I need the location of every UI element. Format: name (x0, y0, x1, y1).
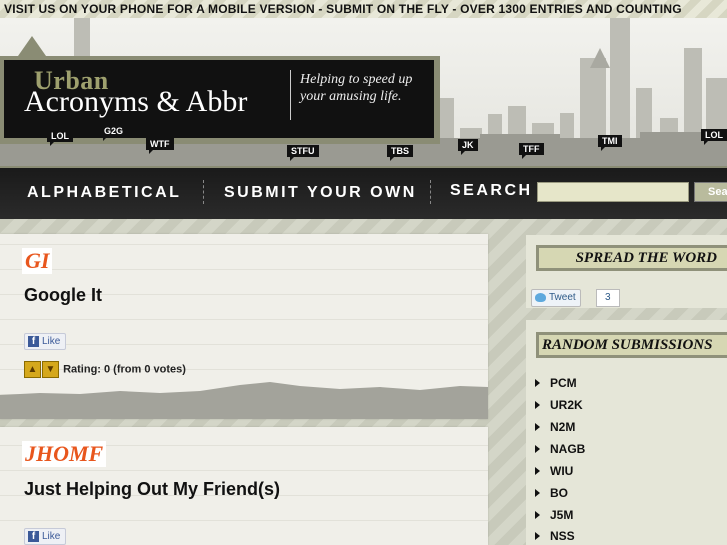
skyline-tag: TFF (519, 143, 544, 159)
random-submission-link[interactable]: PCM (535, 376, 577, 390)
search-input[interactable] (537, 182, 689, 202)
entry-acronym[interactable]: JHOMF (22, 441, 107, 467)
skyline-tag: TBS (387, 145, 413, 161)
facebook-like-button[interactable]: f Like (24, 528, 67, 545)
nav-divider (430, 180, 431, 204)
logo-divider (290, 70, 291, 120)
search-button[interactable]: Sea (694, 182, 727, 202)
like-label: Like (42, 531, 61, 542)
spread-title: SPREAD THE WORD (539, 248, 727, 268)
skyline-tag: LOL (701, 129, 727, 145)
logo-tagline: Helping to speed up your amusing life. (300, 72, 413, 104)
nav-divider (203, 180, 204, 204)
thumbs-up-icon[interactable]: ▲ (24, 361, 41, 378)
tweet-count: 3 (596, 289, 620, 307)
torn-paper-edge (0, 382, 488, 419)
random-header: RANDOM SUBMISSIONS (536, 332, 727, 358)
random-submission-link[interactable]: N2M (534, 420, 575, 434)
skyline-tag: LOL (47, 130, 73, 146)
random-submission-link[interactable]: UR2K (535, 398, 583, 412)
spread-header: SPREAD THE WORD (536, 245, 727, 271)
entry-acronym[interactable]: GI (22, 248, 53, 274)
like-label: Like (42, 336, 61, 347)
random-title: RANDOM SUBMISSIONS (539, 335, 727, 355)
thumbs-down-icon[interactable]: ▼ (42, 361, 59, 378)
spread-the-word-panel: SPREAD THE WORD Tweet 3 (526, 235, 727, 308)
skyline-tag: WTF (146, 138, 174, 154)
facebook-like-button[interactable]: f Like (24, 333, 67, 350)
skyline-tag: JK (458, 139, 478, 155)
random-submission-link[interactable]: NSS (535, 529, 575, 543)
random-submission-link[interactable]: J5M (534, 508, 573, 522)
random-submission-link[interactable]: BO (535, 486, 568, 500)
main-navigation: ALPHABETICAL SUBMIT YOUR OWN SEARCH Sea (0, 166, 727, 223)
random-submission-link[interactable]: WIU (534, 464, 573, 478)
nav-submit-link[interactable]: SUBMIT YOUR OWN (224, 184, 417, 202)
skyline-tag: G2G (100, 125, 128, 141)
random-submission-link[interactable]: NAGB (534, 442, 585, 456)
rating-row: ▲ ▼ Rating: 0 (from 0 votes) (24, 361, 186, 378)
twitter-bird-icon (535, 292, 546, 302)
announcement-text: VISIT US ON YOUR PHONE FOR A MOBILE VERS… (4, 2, 682, 16)
logo-tab-decoration (18, 36, 46, 56)
tweet-label: Tweet (549, 292, 576, 303)
entry-card: GI Google It f Like ▲ ▼ Rating: 0 (from 0 … (0, 234, 488, 419)
facebook-icon: f (28, 335, 39, 347)
entry-meaning: Google It (24, 285, 102, 305)
skyline-tag: STFU (287, 145, 319, 161)
nav-alphabetical-link[interactable]: ALPHABETICAL (27, 184, 181, 202)
tweet-button[interactable]: Tweet (531, 289, 581, 307)
skyline-tag: TMI (598, 135, 622, 151)
search-label: SEARCH (450, 182, 533, 199)
top-announcement-bar: VISIT US ON YOUR PHONE FOR A MOBILE VERS… (0, 0, 727, 18)
rating-text: Rating: 0 (from 0 votes) (63, 363, 186, 376)
logo-title-text: Acronyms & Abbr (24, 85, 248, 118)
site-header: Urban Acronyms & Abbr Helping to speed u… (0, 18, 727, 166)
random-submissions-panel: RANDOM SUBMISSIONS PCM UR2K N2M NAGB WIU… (526, 320, 727, 545)
facebook-icon: f (28, 530, 39, 542)
entry-meaning: Just Helping Out My Friend(s) (24, 479, 281, 499)
entry-card: JHOMF Just Helping Out My Friend(s) f Lik… (0, 427, 488, 545)
